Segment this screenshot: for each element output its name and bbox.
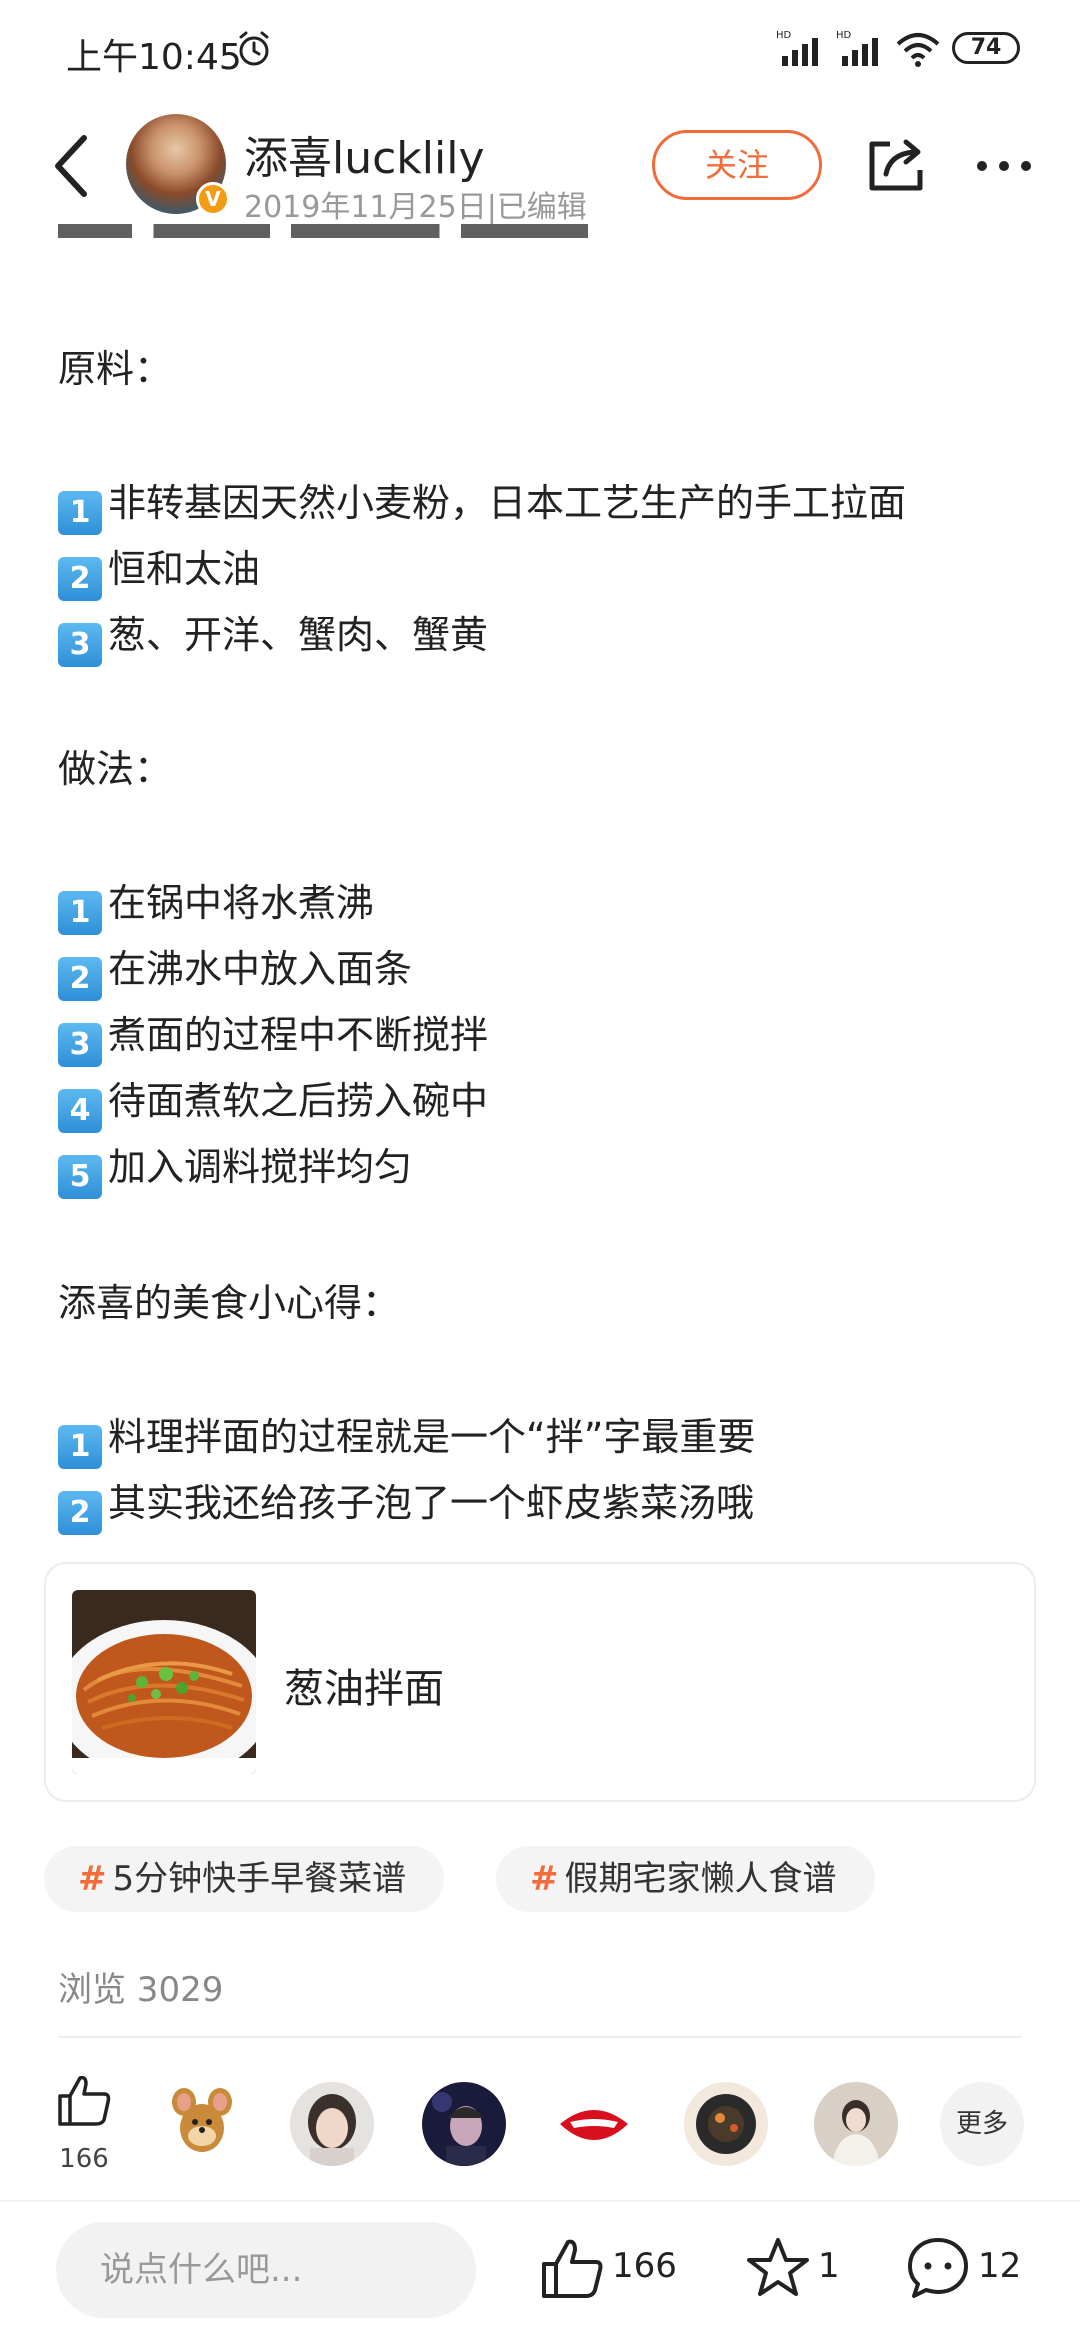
list-item-text: 其实我还给孩子泡了一个虾皮紫菜汤哦 bbox=[108, 1481, 755, 1525]
post-detail-page: 上午10:45 HD HD 74 V 添喜lucklily 2019年11月25… bbox=[0, 0, 1080, 2340]
svg-text:HD: HD bbox=[836, 30, 852, 41]
number-1-icon: 1 bbox=[58, 491, 102, 535]
liker-avatar[interactable] bbox=[160, 2082, 244, 2166]
recipe-title: 葱油拌面 bbox=[284, 1666, 444, 1712]
list-item-text: 葱、开洋、蟹肉、蟹黄 bbox=[108, 613, 489, 657]
list-item: 3 煮面的过程中不断搅拌 bbox=[58, 1004, 488, 1067]
list-item-text: 待面煮软之后捞入碗中 bbox=[108, 1079, 489, 1123]
alarm-icon bbox=[239, 31, 269, 66]
back-icon[interactable] bbox=[48, 130, 92, 202]
favorite-count: 1 bbox=[818, 2246, 840, 2286]
post-date: 2019年11月25日|已编辑 bbox=[244, 190, 587, 225]
list-item-text: 非转基因天然小麦粉，日本工艺生产的手工拉面 bbox=[108, 481, 907, 525]
author-avatar[interactable]: V bbox=[126, 114, 230, 216]
status-time: 上午10:45 bbox=[66, 37, 242, 78]
ingredients-heading: 原料： bbox=[58, 347, 173, 391]
divider bbox=[58, 2036, 1022, 2038]
thumbs-up-icon[interactable] bbox=[540, 2236, 604, 2300]
liker-avatar[interactable] bbox=[814, 2082, 898, 2166]
list-item-text: 恒和太油 bbox=[108, 547, 261, 591]
list-item-text: 在锅中将水煮沸 bbox=[108, 881, 375, 925]
comment-count: 12 bbox=[978, 2246, 1022, 2286]
recipe-card[interactable]: 葱油拌面 bbox=[44, 1562, 1036, 1802]
more-likers-button[interactable]: 更多 bbox=[940, 2082, 1024, 2166]
list-item: 2 在沸水中放入面条 bbox=[58, 938, 412, 1001]
thumbs-up-icon[interactable] bbox=[56, 2072, 112, 2128]
number-1-icon: 1 bbox=[58, 1425, 102, 1469]
topic-label: 假期宅家懒人食谱 bbox=[564, 1859, 837, 1899]
liker-avatar[interactable] bbox=[290, 2082, 374, 2166]
number-5-icon: 5 bbox=[58, 1155, 102, 1199]
star-icon[interactable] bbox=[746, 2236, 810, 2300]
topic-chip[interactable]: # 假期宅家懒人食谱 bbox=[496, 1846, 875, 1912]
comment-icon[interactable] bbox=[906, 2236, 970, 2300]
recipe-thumbnail bbox=[72, 1590, 256, 1774]
list-item: 2 恒和太油 bbox=[58, 538, 260, 601]
signal-icon: HD bbox=[836, 30, 878, 66]
topic-label: 5分钟快手早餐菜谱 bbox=[112, 1859, 407, 1899]
follow-button[interactable]: 关注 bbox=[652, 130, 822, 200]
more-icon[interactable] bbox=[974, 158, 1034, 174]
list-item: 5 加入调料搅拌均匀 bbox=[58, 1136, 412, 1199]
like-count: 166 bbox=[612, 2246, 677, 2286]
list-item: 1 在锅中将水煮沸 bbox=[58, 872, 374, 935]
battery-icon: 74 bbox=[952, 32, 1020, 64]
top-nav: V 添喜lucklily 2019年11月25日|已编辑 关注 bbox=[0, 100, 1080, 235]
list-item: 3 葱、开洋、蟹肉、蟹黄 bbox=[58, 604, 488, 667]
wifi-icon bbox=[896, 33, 940, 67]
comment-input[interactable]: 说点什么吧... bbox=[56, 2222, 476, 2318]
liker-avatar[interactable] bbox=[552, 2082, 636, 2166]
status-bar: 上午10:45 HD HD 74 bbox=[0, 0, 1080, 100]
share-icon[interactable] bbox=[866, 134, 926, 194]
list-item: 2 其实我还给孩子泡了一个虾皮紫菜汤哦 bbox=[58, 1472, 754, 1535]
list-item-text: 料理拌面的过程就是一个“拌”字最重要 bbox=[108, 1415, 756, 1459]
tips-heading: 添喜的美食小心得： bbox=[58, 1281, 401, 1325]
liker-avatar[interactable] bbox=[422, 2082, 506, 2166]
clipped-text-line bbox=[58, 224, 588, 238]
signal-icon: HD bbox=[776, 30, 818, 66]
list-item-text: 煮面的过程中不断搅拌 bbox=[108, 1013, 489, 1057]
list-item-text: 在沸水中放入面条 bbox=[108, 947, 413, 991]
list-item-text: 加入调料搅拌均匀 bbox=[108, 1145, 413, 1189]
author-name[interactable]: 添喜lucklily bbox=[244, 122, 485, 186]
verified-icon: V bbox=[196, 182, 230, 216]
number-2-icon: 2 bbox=[58, 1491, 102, 1535]
liker-avatar[interactable] bbox=[684, 2082, 768, 2166]
number-4-icon: 4 bbox=[58, 1089, 102, 1133]
number-2-icon: 2 bbox=[58, 557, 102, 601]
number-2-icon: 2 bbox=[58, 957, 102, 1001]
hash-icon: # bbox=[78, 1859, 107, 1899]
view-count: 浏览 3029 bbox=[58, 1970, 224, 2010]
like-count: 166 bbox=[59, 2144, 109, 2174]
divider bbox=[0, 2200, 1080, 2202]
topic-chip[interactable]: #5分钟快手早餐菜谱 bbox=[44, 1846, 445, 1912]
method-heading: 做法： bbox=[58, 747, 173, 791]
hash-icon: # bbox=[530, 1859, 559, 1899]
number-1-icon: 1 bbox=[58, 891, 102, 935]
number-3-icon: 3 bbox=[58, 1023, 102, 1067]
number-3-icon: 3 bbox=[58, 623, 102, 667]
list-item: 4 待面煮软之后捞入碗中 bbox=[58, 1070, 488, 1133]
list-item: 1 料理拌面的过程就是一个“拌”字最重要 bbox=[58, 1406, 755, 1469]
list-item: 1 非转基因天然小麦粉，日本工艺生产的手工拉面 bbox=[58, 472, 906, 535]
svg-text:HD: HD bbox=[776, 30, 792, 41]
